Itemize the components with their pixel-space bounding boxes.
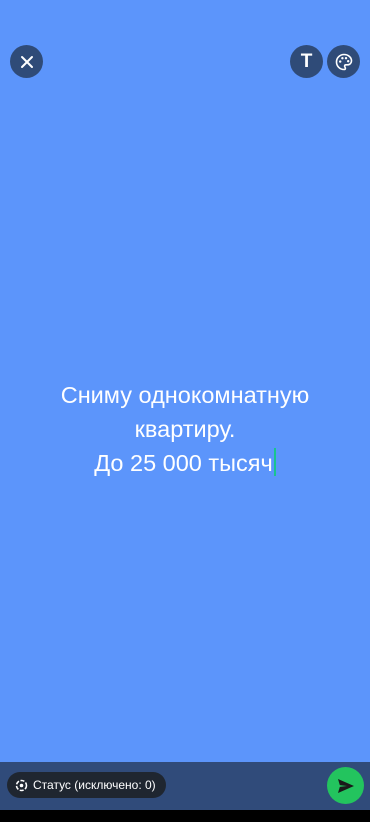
text-style-icon: T: [300, 51, 313, 72]
status-text-editor[interactable]: Сниму однокомнатную квартиру. До 25 000 …: [0, 378, 370, 480]
status-text-line-last: До 25 000 тысяч: [0, 446, 370, 480]
system-navigation-strip: [0, 810, 370, 822]
status-privacy-button[interactable]: Статус (исключено: 0): [7, 772, 166, 798]
palette-icon: [335, 53, 352, 70]
color-palette-button[interactable]: [327, 45, 360, 78]
close-icon: [20, 55, 33, 68]
send-button[interactable]: [327, 767, 364, 804]
close-button[interactable]: [10, 45, 43, 78]
status-privacy-label: Статус (исключено: 0): [33, 778, 156, 792]
send-icon: [337, 778, 354, 793]
text-style-button[interactable]: T: [290, 45, 323, 78]
status-text-line: Сниму однокомнатную: [60, 382, 310, 408]
status-text-line-content: До 25 000 тысяч: [94, 450, 273, 476]
text-cursor: [273, 448, 276, 476]
status-privacy-icon: [15, 779, 28, 791]
status-text-line: квартиру.: [134, 416, 236, 442]
